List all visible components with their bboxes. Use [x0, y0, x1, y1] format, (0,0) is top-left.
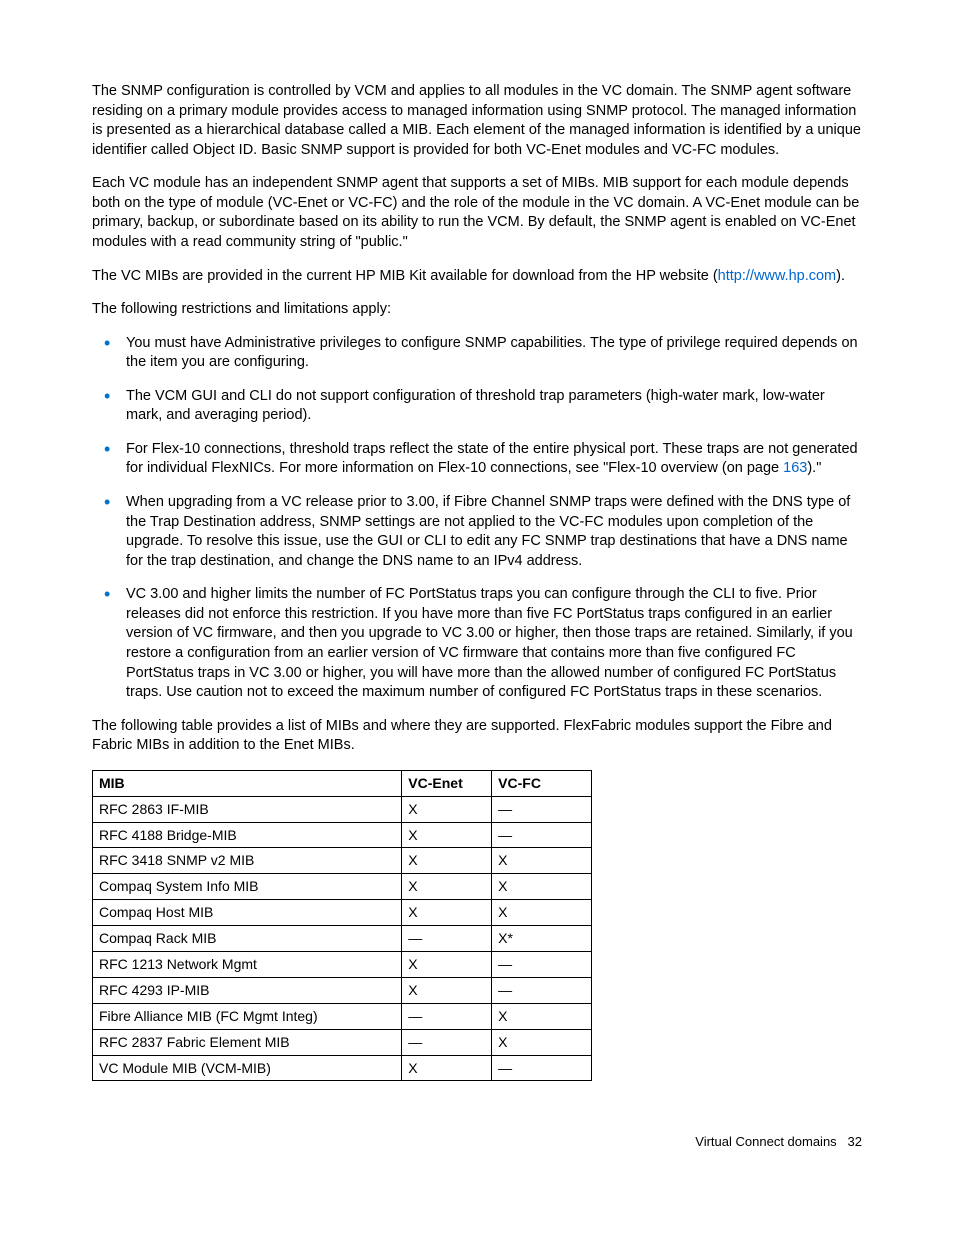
cell-mib: RFC 3418 SNMP v2 MIB [93, 848, 402, 874]
list-item: VC 3.00 and higher limits the number of … [126, 585, 862, 702]
table-header-vcfc: VC-FC [492, 770, 592, 796]
paragraph-table-intro: The following table provides a list of M… [92, 717, 862, 756]
table-row: VC Module MIB (VCM-MIB)X— [93, 1055, 592, 1081]
cell-fc: X [492, 900, 592, 926]
link-hp-website[interactable]: http://www.hp.com [718, 268, 836, 284]
restrictions-list: You must have Administrative privileges … [92, 334, 862, 703]
cell-fc: — [492, 977, 592, 1003]
footer-section: Virtual Connect domains [695, 1134, 836, 1149]
cell-fc: X [492, 874, 592, 900]
cell-mib: Compaq System Info MIB [93, 874, 402, 900]
table-row: Compaq Rack MIB—X* [93, 926, 592, 952]
paragraph-restrictions-intro: The following restrictions and limitatio… [92, 300, 862, 320]
cell-mib: Compaq Rack MIB [93, 926, 402, 952]
list-item: The VCM GUI and CLI do not support confi… [126, 387, 862, 426]
cell-enet: — [402, 926, 492, 952]
table-row: RFC 4293 IP-MIBX— [93, 977, 592, 1003]
cell-enet: X [402, 951, 492, 977]
text-before-link: The VC MIBs are provided in the current … [92, 268, 718, 284]
cell-fc: — [492, 796, 592, 822]
table-row: RFC 3418 SNMP v2 MIBXX [93, 848, 592, 874]
text-before-pageref: For Flex-10 connections, threshold traps… [126, 441, 858, 477]
paragraph-mibs-download: The VC MIBs are provided in the current … [92, 267, 862, 287]
text-after-link: ). [836, 268, 845, 284]
cell-fc: X* [492, 926, 592, 952]
cell-mib: RFC 1213 Network Mgmt [93, 951, 402, 977]
list-item: When upgrading from a VC release prior t… [126, 493, 862, 571]
table-row: RFC 1213 Network MgmtX— [93, 951, 592, 977]
cell-fc: X [492, 1003, 592, 1029]
table-header-row: MIB VC-Enet VC-FC [93, 770, 592, 796]
text-after-pageref: )." [807, 460, 821, 476]
cell-enet: X [402, 1055, 492, 1081]
table-header-mib: MIB [93, 770, 402, 796]
cell-mib: VC Module MIB (VCM-MIB) [93, 1055, 402, 1081]
table-row: Fibre Alliance MIB (FC Mgmt Integ)—X [93, 1003, 592, 1029]
table-row: Compaq Host MIBXX [93, 900, 592, 926]
cell-enet: X [402, 977, 492, 1003]
list-item: For Flex-10 connections, threshold traps… [126, 440, 862, 479]
paragraph-snmp-intro: The SNMP configuration is controlled by … [92, 82, 862, 160]
cell-enet: X [402, 900, 492, 926]
cell-enet: X [402, 796, 492, 822]
paragraph-module-agent: Each VC module has an independent SNMP a… [92, 174, 862, 252]
cell-fc: X [492, 1029, 592, 1055]
page-footer: Virtual Connect domains 32 [92, 1121, 862, 1151]
cell-fc: X [492, 848, 592, 874]
table-row: RFC 4188 Bridge-MIBX— [93, 822, 592, 848]
cell-mib: RFC 4293 IP-MIB [93, 977, 402, 1003]
table-row: Compaq System Info MIBXX [93, 874, 592, 900]
cell-fc: — [492, 822, 592, 848]
list-item: You must have Administrative privileges … [126, 334, 862, 373]
table-row: RFC 2837 Fabric Element MIB—X [93, 1029, 592, 1055]
page-content: The SNMP configuration is controlled by … [0, 0, 954, 1191]
cell-fc: — [492, 951, 592, 977]
cell-enet: X [402, 848, 492, 874]
cell-enet: X [402, 822, 492, 848]
cell-enet: — [402, 1029, 492, 1055]
cell-enet: — [402, 1003, 492, 1029]
footer-page-number: 32 [848, 1134, 862, 1149]
cell-mib: Compaq Host MIB [93, 900, 402, 926]
cell-fc: — [492, 1055, 592, 1081]
cell-mib: RFC 2837 Fabric Element MIB [93, 1029, 402, 1055]
cell-mib: RFC 4188 Bridge-MIB [93, 822, 402, 848]
mib-support-table: MIB VC-Enet VC-FC RFC 2863 IF-MIBX— RFC … [92, 770, 592, 1082]
cell-enet: X [402, 874, 492, 900]
table-header-vcenet: VC-Enet [402, 770, 492, 796]
link-page-ref[interactable]: 163 [783, 460, 807, 476]
table-row: RFC 2863 IF-MIBX— [93, 796, 592, 822]
cell-mib: RFC 2863 IF-MIB [93, 796, 402, 822]
cell-mib: Fibre Alliance MIB (FC Mgmt Integ) [93, 1003, 402, 1029]
